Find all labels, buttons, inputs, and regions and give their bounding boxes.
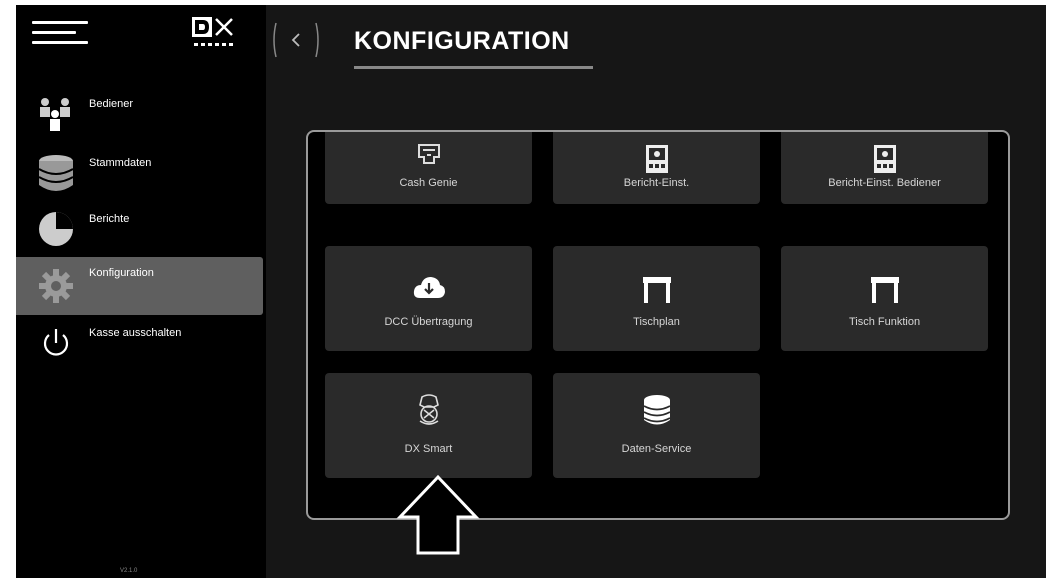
tile-label: Bericht-Einst. <box>623 177 690 189</box>
chevron-left-icon <box>291 33 300 47</box>
tile-label: Tisch Funktion <box>848 316 921 328</box>
page-title: KONFIGURATION <box>354 27 570 55</box>
tile-label: Bericht-Einst. Bediener <box>828 177 941 189</box>
title-underline <box>354 66 593 69</box>
tile-bericht-einst[interactable]: Bericht-Einst. <box>553 132 760 204</box>
config-panel: Cash Genie Bericht-Einst. Bericht-Einst.… <box>306 130 1010 520</box>
report-settings-icon <box>640 143 674 177</box>
tile-bericht-einst-bediener[interactable]: Bericht-Einst. Bediener <box>781 132 988 204</box>
tile-tisch-funktion[interactable]: Tisch Funktion <box>781 246 988 351</box>
sidebar: Bediener Stammdaten Berichte Konfigurati… <box>16 5 266 578</box>
tile-label: Daten-Service <box>621 443 692 455</box>
users-icon <box>36 94 76 134</box>
database-icon <box>36 153 76 193</box>
tile-label: Cash Genie <box>399 177 458 189</box>
tile-cash-genie[interactable]: Cash Genie <box>325 132 532 204</box>
sidebar-item-label: Berichte <box>89 213 130 225</box>
power-icon <box>36 323 76 363</box>
report-settings-icon <box>868 143 902 177</box>
tile-tischplan[interactable]: Tischplan <box>553 246 760 351</box>
sidebar-item-konfiguration[interactable]: Konfiguration <box>16 257 263 315</box>
pie-chart-icon <box>36 209 76 249</box>
menu-icon[interactable] <box>32 21 88 47</box>
cash-machine-icon <box>412 143 446 177</box>
table-icon <box>640 272 674 306</box>
cloud-download-icon <box>412 272 446 306</box>
sidebar-item-stammdaten[interactable]: Stammdaten <box>16 147 263 199</box>
dx-logo <box>192 17 248 51</box>
sidebar-item-bediener[interactable]: Bediener <box>16 88 263 140</box>
back-button[interactable] <box>270 21 322 59</box>
app-screen: Bediener Stammdaten Berichte Konfigurati… <box>16 5 1046 578</box>
tile-label: DCC Übertragung <box>384 316 473 328</box>
tile-daten-service[interactable]: Daten-Service <box>553 373 760 478</box>
tile-label: Tischplan <box>633 316 680 328</box>
version-label: V2.1.0 <box>120 568 138 574</box>
sidebar-item-label: Kasse ausschalten <box>89 327 182 339</box>
database-icon <box>640 393 674 427</box>
gear-icon <box>36 266 76 306</box>
tile-dx-smart[interactable]: DX Smart <box>325 373 532 478</box>
sidebar-item-berichte[interactable]: Berichte <box>16 203 263 255</box>
tile-label: DX Smart <box>404 443 453 455</box>
pointer-arrow-annotation <box>396 473 496 557</box>
sidebar-item-kasse-ausschalten[interactable]: Kasse ausschalten <box>16 317 263 369</box>
tile-dcc-uebertragung[interactable]: DCC Übertragung <box>325 246 532 351</box>
sidebar-item-label: Stammdaten <box>89 157 152 169</box>
table-icon <box>868 272 902 306</box>
sidebar-item-label: Konfiguration <box>89 267 154 279</box>
smart-icon <box>412 393 446 427</box>
sidebar-item-label: Bediener <box>89 98 134 110</box>
